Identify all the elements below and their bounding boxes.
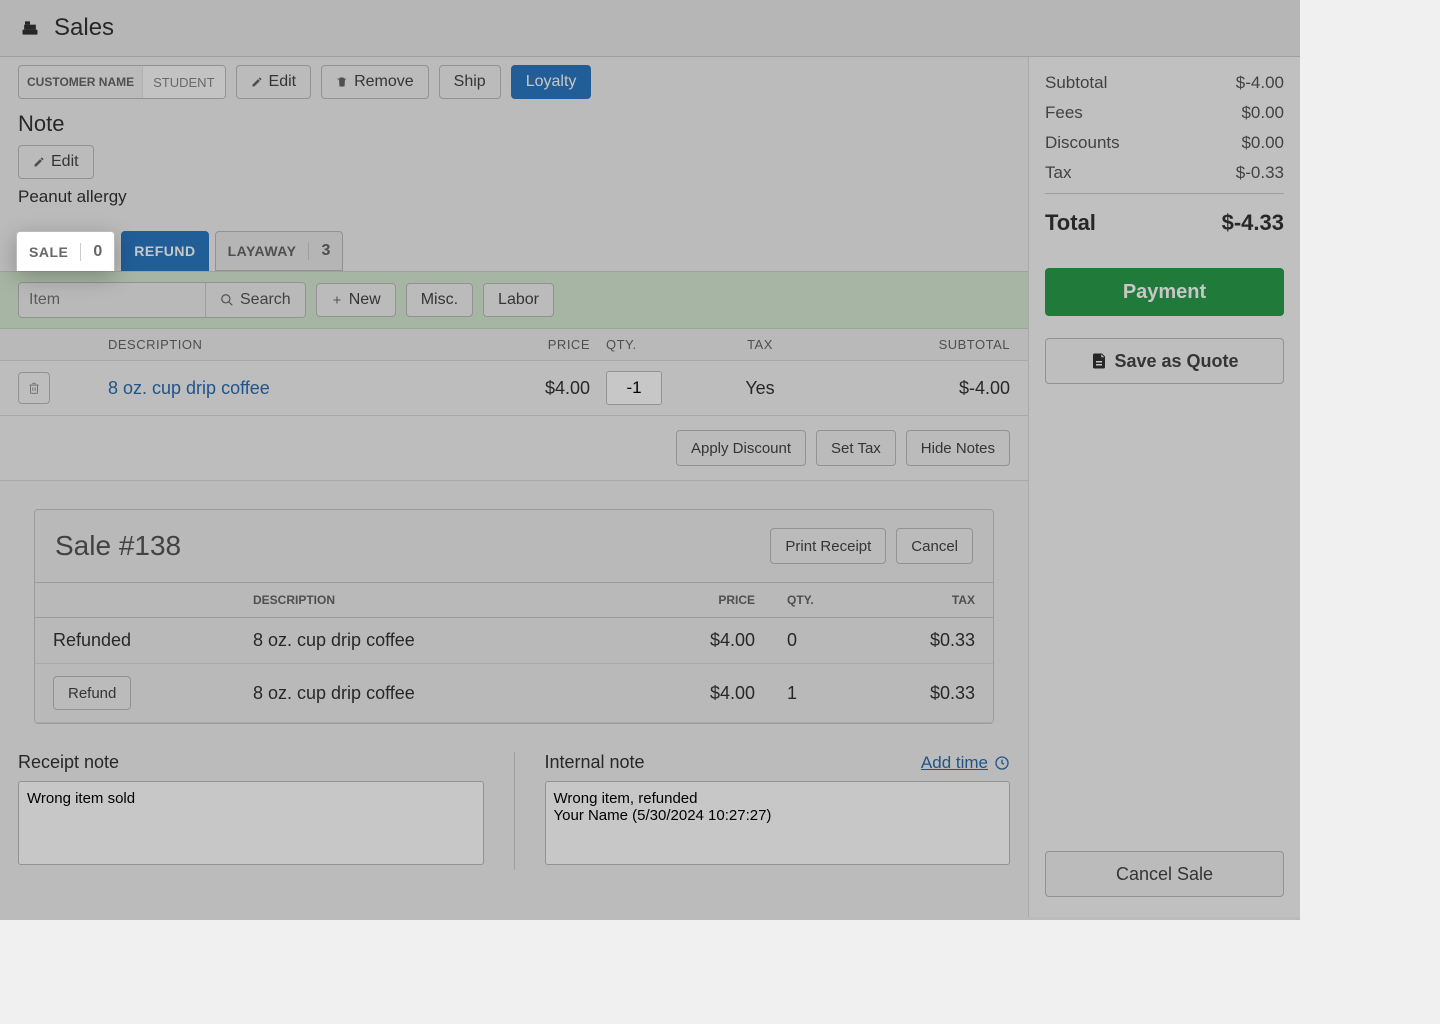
cancel-sale-button[interactable]: Cancel Sale: [1045, 851, 1284, 897]
item-search-button[interactable]: Search: [205, 283, 305, 317]
apply-discount-button[interactable]: Apply Discount: [676, 430, 806, 466]
new-item-button[interactable]: New: [316, 283, 396, 317]
clock-icon: [994, 755, 1010, 771]
item-searchbox: Search: [18, 282, 306, 318]
line-items-header: DESCRIPTION PRICE QTY. TAX SUBTOTAL: [0, 329, 1028, 361]
trash-icon: [27, 381, 41, 395]
edit-customer-button[interactable]: Edit: [236, 65, 312, 99]
line-item-row: 8 oz. cup drip coffee $4.00 Yes $-4.00: [0, 361, 1028, 416]
sale-row: Refunded 8 oz. cup drip coffee $4.00 0 $…: [35, 618, 993, 664]
set-tax-button[interactable]: Set Tax: [816, 430, 896, 466]
line-item-link[interactable]: 8 oz. cup drip coffee: [108, 378, 270, 398]
customer-value: STUDENT: [142, 66, 224, 98]
edit-note-button[interactable]: Edit: [18, 145, 94, 179]
sale-tabs: SALE 0 REFUND LAYAWAY 3: [0, 231, 1028, 271]
summary-tax: Tax$-0.33: [1045, 163, 1284, 183]
tab-refund[interactable]: REFUND: [121, 231, 208, 271]
plus-icon: [331, 294, 343, 306]
sale-row-status: Refunded: [35, 618, 235, 664]
summary-discounts: Discounts$0.00: [1045, 133, 1284, 153]
sale-table-header: DESCRIPTION PRICE QTY. TAX: [35, 583, 993, 618]
pencil-icon: [251, 76, 263, 88]
line-item-tax: Yes: [670, 378, 850, 399]
original-sale-card: Sale #138 Print Receipt Cancel DESCRIPTI…: [34, 509, 994, 724]
misc-button[interactable]: Misc.: [406, 283, 473, 317]
note-text: Peanut allergy: [18, 187, 1010, 207]
add-time-link[interactable]: Add time: [921, 753, 1010, 773]
page-title: Sales: [54, 14, 114, 42]
summary-fees: Fees$0.00: [1045, 103, 1284, 123]
save-quote-button[interactable]: Save as Quote: [1045, 338, 1284, 384]
delete-line-button[interactable]: [18, 372, 50, 404]
loyalty-button[interactable]: Loyalty: [511, 65, 592, 99]
ship-button[interactable]: Ship: [439, 65, 501, 99]
refund-row-button[interactable]: Refund: [53, 676, 131, 710]
internal-note-textarea[interactable]: [545, 781, 1011, 865]
internal-note-label: Internal note: [545, 752, 645, 773]
notes-divider: [514, 752, 515, 870]
customer-badge[interactable]: CUSTOMER NAME STUDENT: [18, 65, 226, 99]
page-header: Sales: [0, 0, 1300, 57]
sale-title: Sale #138: [55, 530, 181, 562]
sale-row: Refund 8 oz. cup drip coffee $4.00 1 $0.…: [35, 664, 993, 723]
summary-sidebar: Subtotal$-4.00 Fees$0.00 Discounts$0.00 …: [1028, 57, 1300, 917]
summary-subtotal: Subtotal$-4.00: [1045, 73, 1284, 93]
pencil-icon: [33, 156, 45, 168]
search-icon: [220, 293, 234, 307]
payment-button[interactable]: Payment: [1045, 268, 1284, 316]
print-receipt-button[interactable]: Print Receipt: [770, 528, 886, 564]
trash-icon: [336, 76, 348, 88]
register-icon: [20, 18, 40, 38]
receipt-note-label: Receipt note: [18, 752, 484, 773]
receipt-note-textarea[interactable]: [18, 781, 484, 865]
line-item-price: $4.00: [490, 378, 590, 399]
line-item-subtotal: $-4.00: [850, 378, 1010, 399]
remove-customer-button[interactable]: Remove: [321, 65, 429, 99]
cancel-refund-button[interactable]: Cancel: [896, 528, 973, 564]
hide-notes-button[interactable]: Hide Notes: [906, 430, 1010, 466]
quote-icon: [1090, 352, 1108, 370]
line-item-qty-input[interactable]: [606, 371, 662, 405]
tab-sale[interactable]: SALE 0: [16, 231, 115, 271]
tab-layaway[interactable]: LAYAWAY 3: [215, 231, 344, 271]
customer-label: CUSTOMER NAME: [19, 75, 142, 89]
item-search-input[interactable]: [19, 283, 205, 317]
labor-button[interactable]: Labor: [483, 283, 554, 317]
note-heading: Note: [18, 111, 1010, 137]
summary-total: Total$-4.33: [1045, 193, 1284, 236]
